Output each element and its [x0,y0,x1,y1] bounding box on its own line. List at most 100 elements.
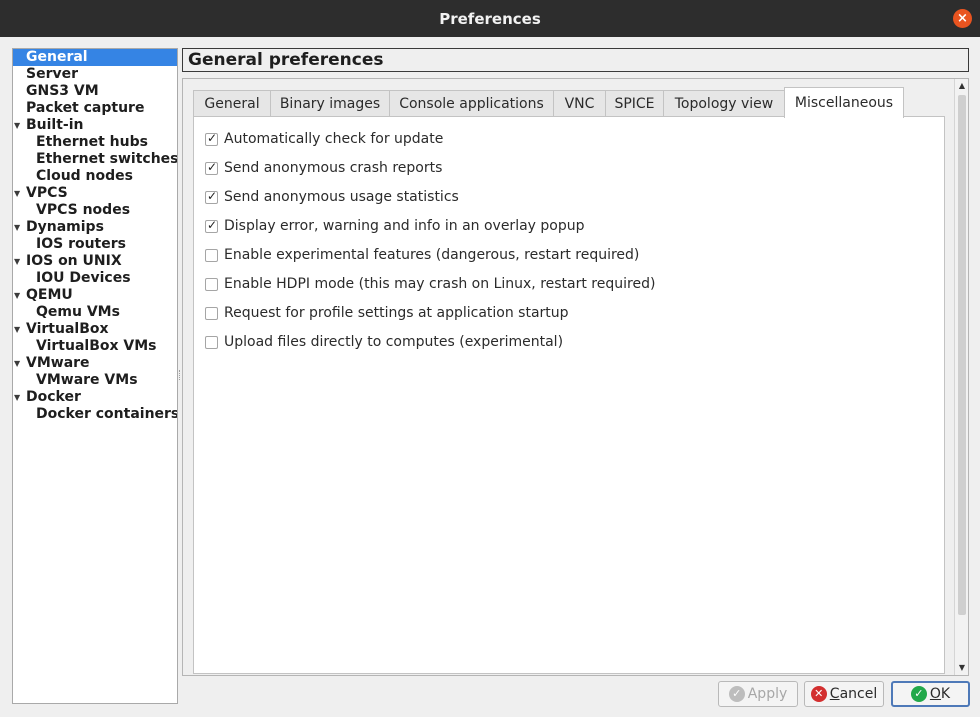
sidebar-item-label: Docker containers [36,406,178,422]
sidebar-item-label: Ethernet switches [36,151,178,167]
sidebar-item-label: VirtualBox [26,321,109,337]
title-bar: Preferences × [0,0,980,37]
panel-title: General preferences [182,48,969,72]
option-label: Automatically check for update [224,131,444,147]
option-row[interactable]: Automatically check for update [205,130,443,148]
vertical-scrollbar[interactable]: ▲ ▼ [954,79,968,675]
sidebar-item-qemu-vms[interactable]: Qemu VMs [13,304,177,321]
option-label: Display error, warning and info in an ov… [224,218,585,234]
sidebar-item-label: Qemu VMs [36,304,120,320]
tab-spice[interactable]: SPICE [605,90,664,117]
option-row[interactable]: Send anonymous usage statistics [205,188,459,206]
checkbox[interactable] [205,218,218,233]
option-label: Send anonymous usage statistics [224,189,459,205]
checkbox[interactable] [205,335,218,349]
sidebar-item-packet-capture[interactable]: Packet capture [13,100,177,117]
option-row[interactable]: Send anonymous crash reports [205,159,442,177]
tab-binary-images[interactable]: Binary images [270,90,390,117]
sidebar-item-label: VirtualBox VMs [36,338,157,354]
tab-general[interactable]: General [193,90,271,117]
expand-arrow-icon[interactable]: ▼ [14,185,20,202]
checkbox[interactable] [205,160,218,175]
sidebar-item-label: Server [26,66,79,82]
ok-icon: ✓ [910,686,927,702]
sidebar-item-label: IOS on UNIX [26,253,122,269]
sidebar-item-general[interactable]: General [13,49,177,66]
expand-arrow-icon[interactable]: ▼ [14,389,20,406]
sidebar-item-ios-routers[interactable]: IOS routers [13,236,177,253]
sidebar-item-label: Cloud nodes [36,168,133,184]
apply-label: Apply [747,686,788,702]
sidebar-item-label: GNS3 VM [26,83,99,99]
sidebar-item-cloud-nodes[interactable]: Cloud nodes [13,168,177,185]
checkbox[interactable] [205,189,218,204]
expand-arrow-icon[interactable]: ▼ [14,287,20,304]
sidebar-item-label: General [26,49,88,65]
sidebar-item-dynamips[interactable]: ▼ Dynamips [13,219,177,236]
option-label: Upload files directly to computes (exper… [224,334,564,350]
scroll-down-icon[interactable]: ▼ [955,661,969,675]
checkbox[interactable] [205,306,218,320]
sidebar-item-label: IOU Devices [36,270,131,286]
sidebar-item-iou-devices[interactable]: IOU Devices [13,270,177,287]
option-row[interactable]: Enable HDPI mode (this may crash on Linu… [205,275,655,293]
sidebar-item-virtualbox[interactable]: ▼ VirtualBox [13,321,177,338]
sidebar-item-built-in[interactable]: ▼ Built-in [13,117,177,134]
scroll-up-icon[interactable]: ▲ [955,79,969,93]
option-label: Request for profile settings at applicat… [224,305,569,321]
cancel-icon: ✕ [810,686,827,702]
sidebar-item-label: Dynamips [26,219,104,235]
tab-page-miscellaneous: Automatically check for update Send anony… [193,116,945,674]
sidebar-item-vpcs-nodes[interactable]: VPCS nodes [13,202,177,219]
sidebar-item-vpcs[interactable]: ▼ VPCS [13,185,177,202]
sidebar-item-vmware[interactable]: ▼ VMware [13,355,177,372]
checkbox[interactable] [205,277,218,291]
checkbox[interactable] [205,248,218,262]
tab-miscellaneous[interactable]: Miscellaneous [784,87,904,118]
expand-arrow-icon[interactable]: ▼ [14,117,20,134]
window-title: Preferences [439,9,541,28]
expand-arrow-icon[interactable]: ▼ [14,321,20,338]
check-icon: ✓ [728,686,745,702]
sidebar-item-label: Ethernet hubs [36,134,148,150]
option-label: Enable experimental features (dangerous,… [224,247,640,263]
option-row[interactable]: Enable experimental features (dangerous,… [205,246,639,264]
sidebar-item-qemu[interactable]: ▼ QEMU [13,287,177,304]
sidebar-item-label: Built-in [26,117,84,133]
sidebar-item-label: IOS routers [36,236,126,252]
cancel-button[interactable]: ✕ Cancel [804,681,884,707]
option-label: Send anonymous crash reports [224,160,443,176]
option-label: Enable HDPI mode (this may crash on Linu… [224,276,656,292]
expand-arrow-icon[interactable]: ▼ [14,355,20,372]
option-row[interactable]: Request for profile settings at applicat… [205,304,569,322]
sidebar-item-docker-containers[interactable]: Docker containers [13,406,177,423]
close-icon[interactable]: × [953,9,972,28]
sidebar-item-docker[interactable]: ▼ Docker [13,389,177,406]
ok-button[interactable]: ✓ OK [891,681,970,707]
tab-vnc[interactable]: VNC [553,90,606,117]
expand-arrow-icon[interactable]: ▼ [14,253,20,270]
preferences-tree[interactable]: General Server GNS3 VM Packet capture ▼ Built… [12,48,178,704]
option-row[interactable]: Display error, warning and info in an ov… [205,217,585,235]
cancel-label: Cancel [829,686,878,702]
apply-button[interactable]: ✓ Apply [718,681,798,707]
option-row[interactable]: Upload files directly to computes (exper… [205,333,563,351]
expand-arrow-icon[interactable]: ▼ [14,219,20,236]
sidebar-item-ethernet-switches[interactable]: Ethernet switches [13,151,177,168]
scroll-thumb[interactable] [958,95,966,615]
sidebar-item-label: VPCS nodes [36,202,131,218]
sidebar-item-virtualbox-vms[interactable]: VirtualBox VMs [13,338,177,355]
sidebar-item-server[interactable]: Server [13,66,177,83]
sidebar-item-ios-on-unix[interactable]: ▼ IOS on UNIX [13,253,177,270]
ok-label: OK [929,686,951,702]
sidebar-item-vmware-vms[interactable]: VMware VMs [13,372,177,389]
tab-topology-view[interactable]: Topology view [663,90,785,117]
sidebar-item-label: Packet capture [26,100,145,116]
sidebar-item-ethernet-hubs[interactable]: Ethernet hubs [13,134,177,151]
splitter-handle[interactable] [179,370,181,380]
tab-console-applications[interactable]: Console applications [389,90,554,117]
sidebar-item-label: QEMU [26,287,73,303]
sidebar-item-gns3-vm[interactable]: GNS3 VM [13,83,177,100]
checkbox[interactable] [205,131,218,146]
sidebar-item-label: Docker [26,389,81,405]
